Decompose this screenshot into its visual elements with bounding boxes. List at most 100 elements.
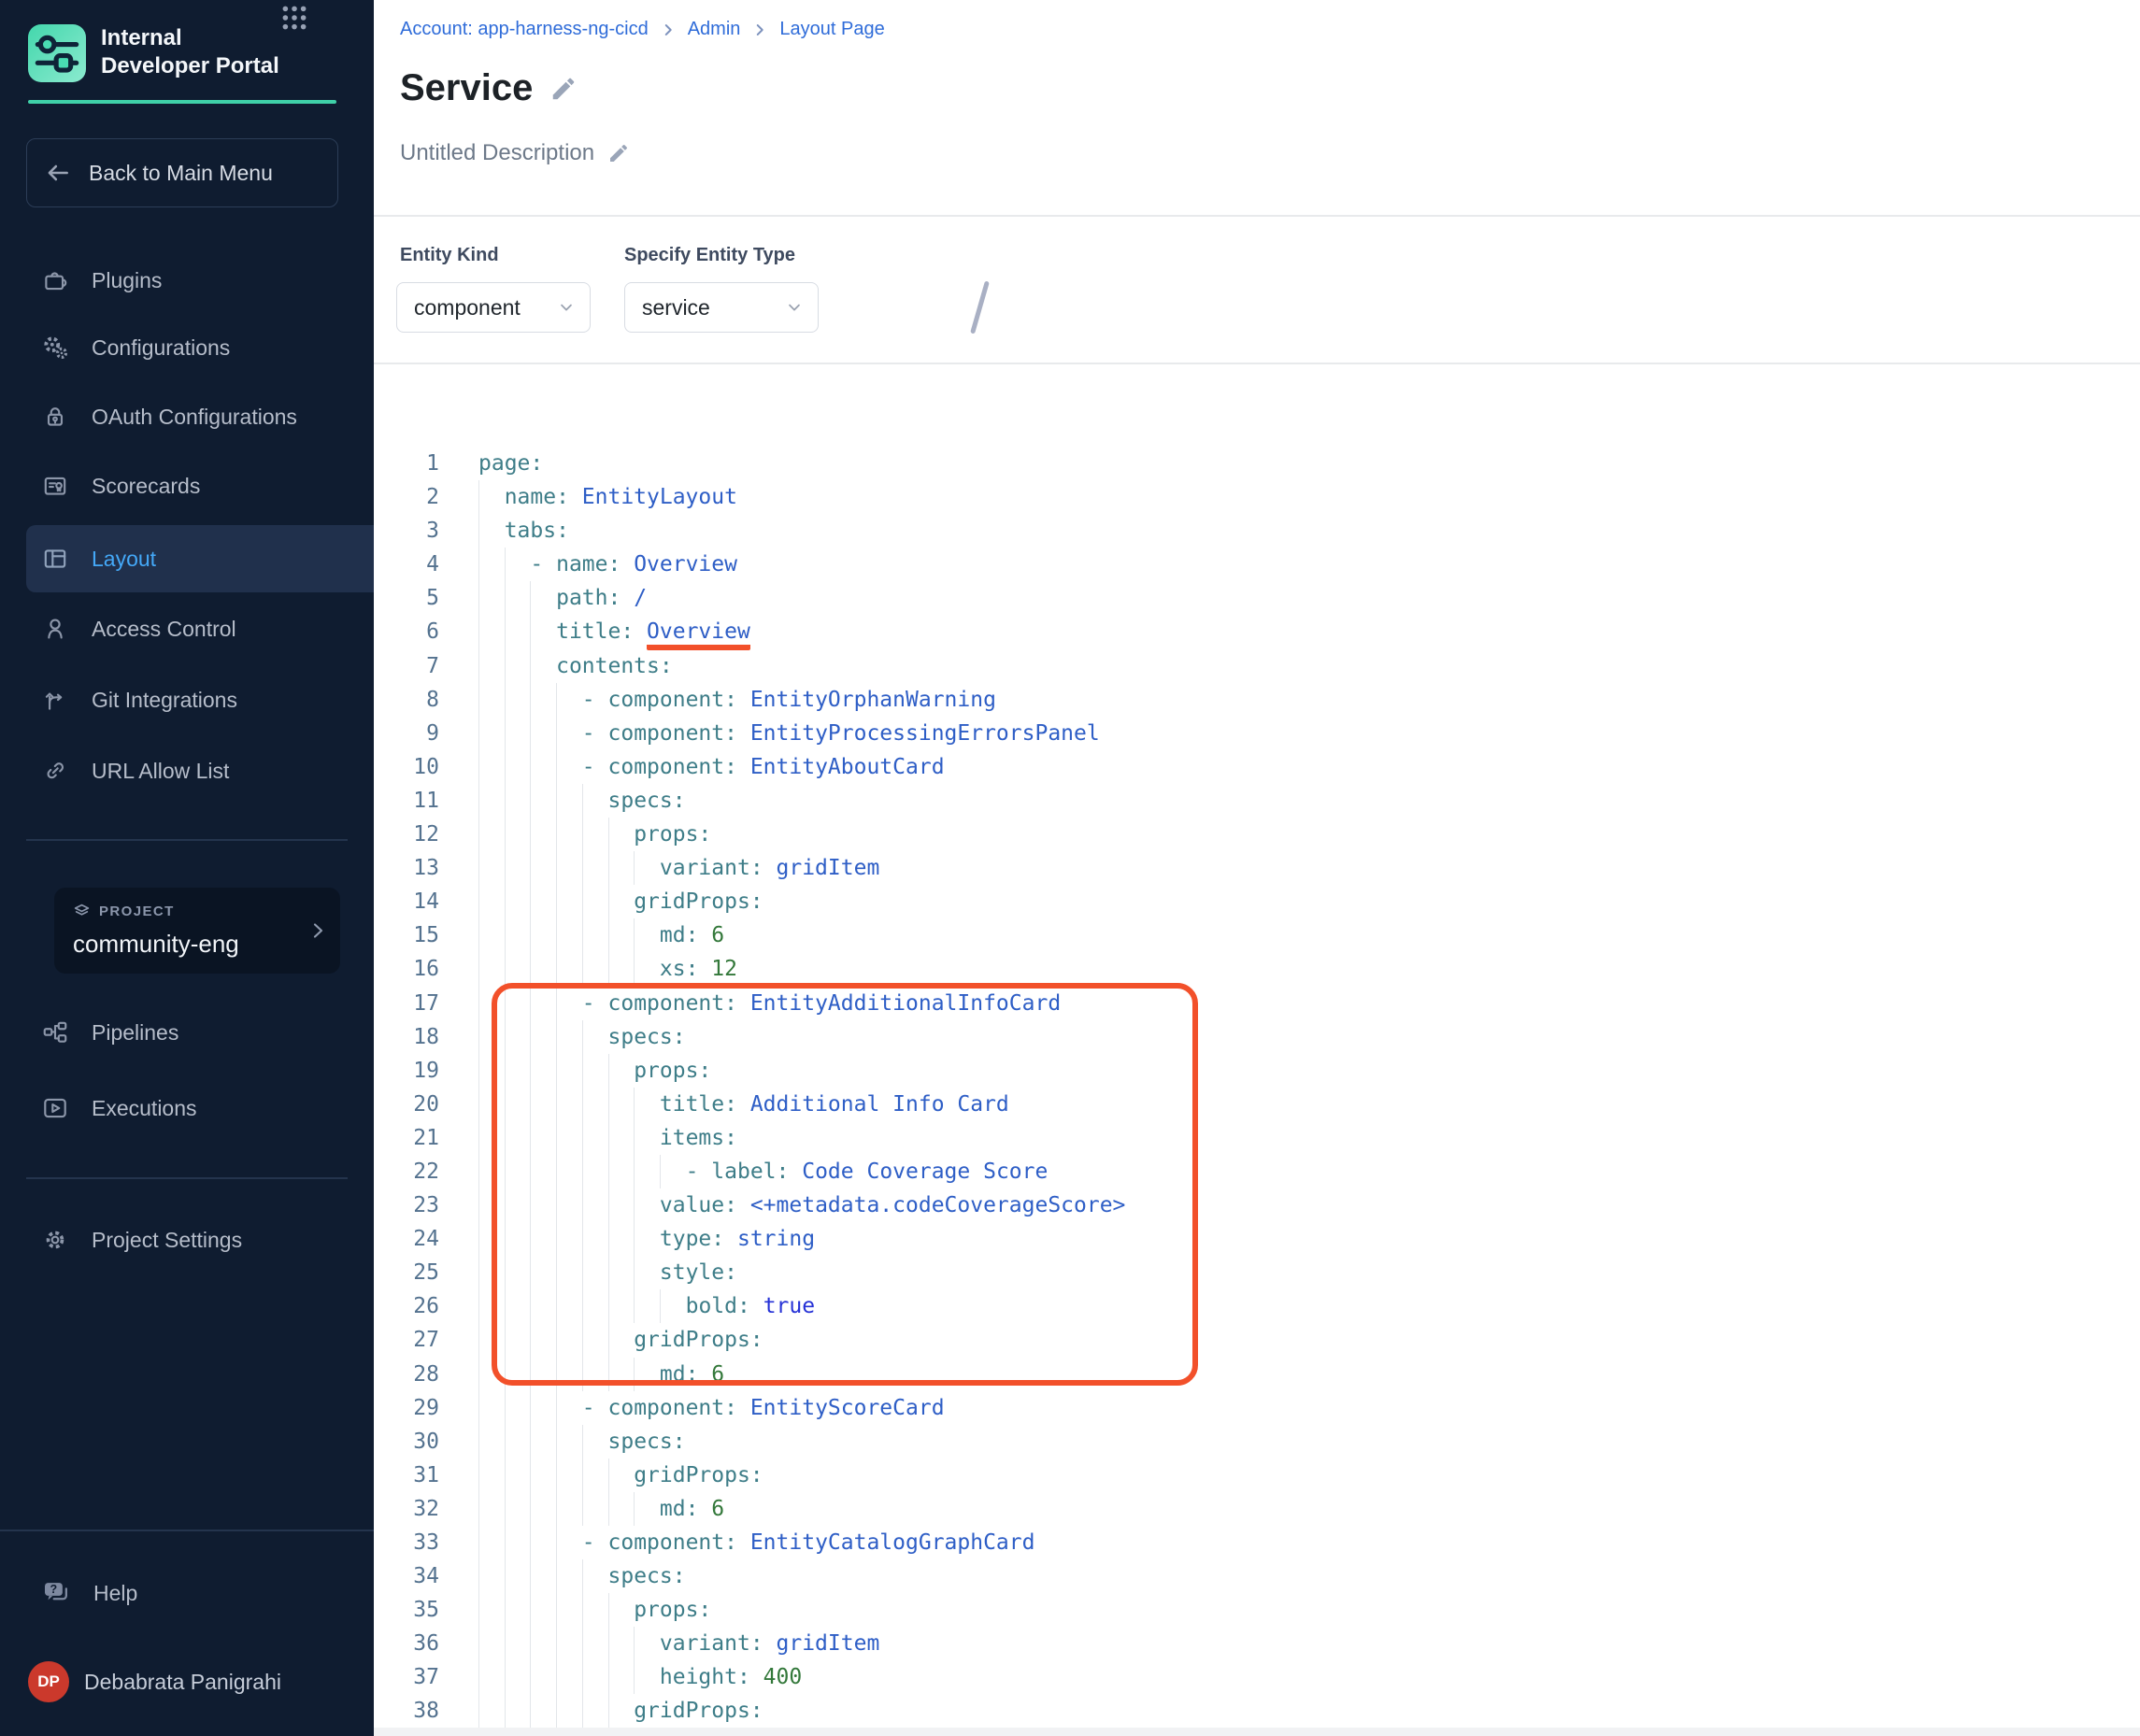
code-line[interactable]: 23value: <+metadata.codeCoverageScore> [374, 1188, 2140, 1222]
line-number: 26 [374, 1289, 439, 1323]
sidebar-divider [0, 1530, 374, 1531]
code-line[interactable]: 28md: 6 [374, 1358, 2140, 1391]
sidebar-divider [26, 839, 348, 841]
code-line[interactable]: 6title: Overview [374, 615, 2140, 648]
code-lines[interactable]: 1page:2name: EntityLayout3tabs:4- name: … [374, 447, 2140, 1729]
code-line[interactable]: 36variant: gridItem [374, 1627, 2140, 1660]
line-number: 21 [374, 1121, 439, 1155]
user-name: Debabrata Panigrahi [84, 1670, 281, 1695]
code-line[interactable]: 4- name: Overview [374, 548, 2140, 581]
code-line[interactable]: 10- component: EntityAboutCard [374, 750, 2140, 784]
line-number: 28 [374, 1358, 439, 1391]
sidebar-item-git-integrations[interactable]: Git Integrations [0, 666, 374, 733]
line-number: 22 [374, 1155, 439, 1188]
code-line[interactable]: 29- component: EntityScoreCard [374, 1391, 2140, 1425]
code-line[interactable]: 2name: EntityLayout [374, 480, 2140, 514]
code-line[interactable]: 15md: 6 [374, 918, 2140, 952]
code-line[interactable]: 17- component: EntityAdditionalInfoCard [374, 987, 2140, 1020]
code-line[interactable]: 37height: 400 [374, 1660, 2140, 1694]
code-line[interactable]: 27gridProps: [374, 1323, 2140, 1357]
code-line[interactable]: 21items: [374, 1121, 2140, 1155]
code-line[interactable]: 7contents: [374, 649, 2140, 683]
breadcrumb-separator-icon [660, 21, 677, 38]
code-line[interactable]: 30specs: [374, 1425, 2140, 1459]
code-line[interactable]: 33- component: EntityCatalogGraphCard [374, 1526, 2140, 1559]
code-line[interactable]: 14gridProps: [374, 885, 2140, 918]
code-line[interactable]: 1page: [374, 447, 2140, 480]
line-number: 35 [374, 1593, 439, 1627]
code-line[interactable]: 5path: / [374, 581, 2140, 615]
line-number: 34 [374, 1559, 439, 1593]
sidebar-item-label: Help [93, 1581, 137, 1606]
edit-title-pencil-icon[interactable] [549, 75, 578, 103]
code-line[interactable]: 13variant: gridItem [374, 851, 2140, 885]
project-selector[interactable]: PROJECT community-eng [54, 888, 340, 974]
form-divider [374, 363, 2140, 364]
code-line[interactable]: 18specs: [374, 1020, 2140, 1054]
line-number: 19 [374, 1054, 439, 1088]
apps-grid-icon[interactable] [280, 4, 308, 32]
code-line[interactable]: 25style: [374, 1256, 2140, 1289]
yaml-editor[interactable]: 1page:2name: EntityLayout3tabs:4- name: … [374, 447, 2140, 1736]
editor-scrollbar[interactable] [374, 1728, 2140, 1736]
code-line[interactable]: 31gridProps: [374, 1459, 2140, 1492]
line-number: 30 [374, 1425, 439, 1459]
sidebar-item-executions[interactable]: Executions [0, 1074, 374, 1142]
sidebar-item-label: Scorecards [92, 474, 200, 499]
code-line[interactable]: 19props: [374, 1054, 2140, 1088]
code-line[interactable]: 16xs: 12 [374, 952, 2140, 986]
line-number: 27 [374, 1323, 439, 1357]
line-number: 24 [374, 1222, 439, 1256]
breadcrumb-layout-page-link[interactable]: Layout Page [779, 19, 884, 40]
sidebar-item-url-allow-list[interactable]: URL Allow List [0, 737, 374, 804]
sidebar-item-pipelines[interactable]: Pipelines [0, 999, 374, 1066]
entity-type-label: Specify Entity Type [624, 245, 795, 266]
sidebar-item-project-settings[interactable]: Project Settings [0, 1206, 374, 1274]
code-line[interactable]: 24type: string [374, 1222, 2140, 1256]
entity-type-select[interactable]: service [624, 282, 819, 333]
line-number: 6 [374, 615, 439, 648]
sidebar-item-label: Access Control [92, 617, 236, 642]
code-line[interactable]: 20title: Additional Info Card [374, 1088, 2140, 1121]
code-line[interactable]: 3tabs: [374, 514, 2140, 548]
code-line[interactable]: 22- label: Code Coverage Score [374, 1155, 2140, 1188]
sidebar-item-plugins[interactable]: Plugins [0, 247, 374, 314]
line-number: 9 [374, 717, 439, 750]
project-name: community-eng [73, 930, 239, 959]
sidebar-item-oauth-configurations[interactable]: OAuth Configurations [0, 383, 374, 450]
line-number: 10 [374, 750, 439, 784]
code-line[interactable]: 12props: [374, 818, 2140, 851]
sliders-logo-icon [28, 24, 86, 82]
breadcrumb-separator-icon [751, 21, 768, 38]
breadcrumb-account-link[interactable]: Account: app-harness-ng-cicd [400, 19, 649, 40]
sidebar-item-access-control[interactable]: Access Control [0, 595, 374, 662]
line-number: 14 [374, 885, 439, 918]
code-line[interactable]: 34specs: [374, 1559, 2140, 1593]
sidebar-item-scorecards[interactable]: Scorecards [0, 452, 374, 519]
header-divider [374, 215, 2140, 217]
line-number: 20 [374, 1088, 439, 1121]
sidebar-item-help[interactable]: ? Help [0, 1559, 374, 1627]
sidebar-item-label: Plugins [92, 268, 162, 293]
sidebar-item-layout[interactable]: Layout [26, 525, 374, 592]
code-line[interactable]: 32md: 6 [374, 1492, 2140, 1526]
user-menu[interactable]: DP Debabrata Panigrahi [28, 1661, 281, 1702]
code-line[interactable]: 8- component: EntityOrphanWarning [374, 683, 2140, 717]
layers-icon [73, 903, 91, 920]
avatar: DP [28, 1661, 69, 1702]
app-logo[interactable] [28, 24, 86, 82]
breadcrumb-admin-link[interactable]: Admin [688, 19, 741, 40]
sidebar-item-configurations[interactable]: Configurations [0, 314, 374, 381]
entity-kind-select[interactable]: component [396, 282, 591, 333]
code-line[interactable]: 35props: [374, 1593, 2140, 1627]
sidebar-item-label: Configurations [92, 335, 230, 361]
sidebar: Internal Developer Portal Back to Main M… [0, 0, 374, 1736]
edit-description-pencil-icon[interactable] [607, 142, 630, 164]
line-number: 2 [374, 480, 439, 514]
code-line[interactable]: 11specs: [374, 784, 2140, 818]
code-line[interactable]: 9- component: EntityProcessingErrorsPane… [374, 717, 2140, 750]
entity-kind-value: component [414, 295, 556, 320]
code-line[interactable]: 26bold: true [374, 1289, 2140, 1323]
code-line[interactable]: 38gridProps: [374, 1694, 2140, 1728]
back-to-main-menu-button[interactable]: Back to Main Menu [26, 138, 338, 207]
